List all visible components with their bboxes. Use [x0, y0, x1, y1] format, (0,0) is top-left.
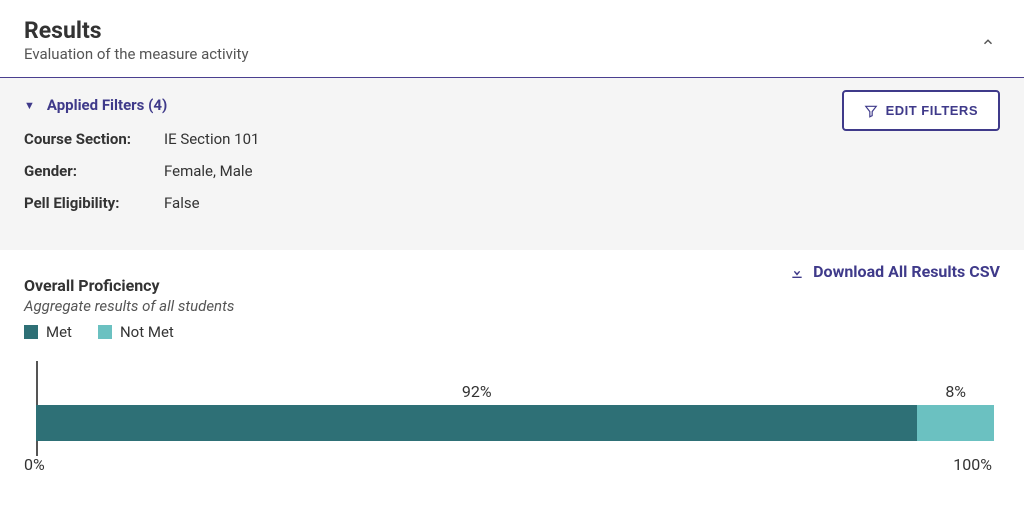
filter-label: Course Section:	[24, 130, 164, 148]
legend-item-notmet: Not Met	[98, 323, 174, 341]
data-label-met: 92%	[36, 382, 917, 401]
filter-icon	[864, 104, 878, 118]
download-csv-label: Download All Results CSV	[813, 262, 1000, 281]
page-title: Results	[24, 18, 249, 43]
page-header: Results Evaluation of the measure activi…	[0, 0, 1024, 78]
edit-filters-button[interactable]: EDIT FILTERS	[842, 90, 1000, 131]
data-label-notmet: 8%	[917, 382, 994, 401]
filter-value: IE Section 101	[164, 130, 259, 148]
filter-label: Gender:	[24, 162, 164, 180]
filter-row: Course Section: IE Section 101	[24, 130, 1000, 148]
bar-segment-notmet	[917, 405, 994, 441]
download-icon	[789, 264, 805, 280]
caret-down-icon: ▼	[24, 99, 35, 112]
filter-row: Pell Eligibility: False	[24, 194, 1000, 212]
filters-panel: ▼ Applied Filters (4) EDIT FILTERS Cours…	[0, 78, 1024, 250]
page-subtitle: Evaluation of the measure activity	[24, 45, 249, 63]
applied-filters-label: Applied Filters (4)	[47, 96, 167, 114]
filter-value: False	[164, 194, 200, 212]
content-area: Download All Results CSV Overall Profici…	[0, 250, 1024, 474]
legend-label-notmet: Not Met	[120, 323, 174, 341]
filter-label: Pell Eligibility:	[24, 194, 164, 212]
legend-item-met: Met	[24, 323, 72, 341]
axis-min-label: 0%	[24, 455, 45, 474]
x-axis-labels: 0% 100%	[24, 455, 994, 474]
filter-value: Female, Male	[164, 162, 253, 180]
chevron-up-icon	[981, 35, 995, 49]
header-text: Results Evaluation of the measure activi…	[24, 18, 249, 63]
legend-swatch-notmet	[98, 325, 112, 339]
download-csv-link[interactable]: Download All Results CSV	[789, 262, 1000, 281]
edit-filters-label: EDIT FILTERS	[886, 103, 978, 118]
legend-swatch-met	[24, 325, 38, 339]
bar-wrapper: 92% 8%	[36, 361, 994, 449]
proficiency-chart: 92% 8% 0% 100%	[24, 361, 994, 474]
data-labels-row: 92% 8%	[36, 361, 994, 405]
chart-legend: Met Not Met	[24, 323, 1000, 341]
legend-label-met: Met	[46, 323, 72, 341]
chart-subtitle: Aggregate results of all students	[24, 297, 1000, 315]
axis-max-label: 100%	[953, 455, 992, 474]
bar-track	[36, 405, 994, 441]
bar-segment-met	[36, 405, 917, 441]
collapse-panel-button[interactable]	[976, 30, 1000, 54]
filter-row: Gender: Female, Male	[24, 162, 1000, 180]
